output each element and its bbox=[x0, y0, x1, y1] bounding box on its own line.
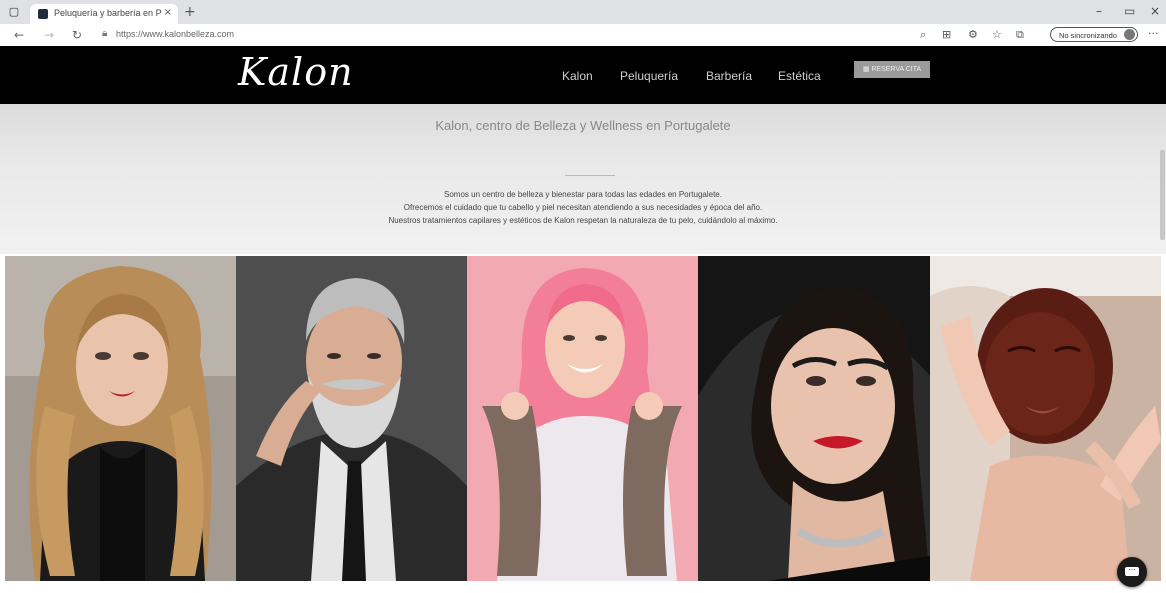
more-options-icon[interactable]: ··· bbox=[1148, 27, 1159, 40]
menu-item-peluqueria[interactable]: Peluquería bbox=[620, 69, 678, 83]
url-field[interactable]: 🔒︎ https://www.kalonbelleza.com bbox=[96, 27, 896, 43]
hero-line: Nuestros tratamientos capilares y estéti… bbox=[388, 216, 778, 225]
browser-tab[interactable]: Peluquería y barbería en Portug × bbox=[30, 4, 178, 24]
tab-close-icon[interactable]: × bbox=[164, 7, 172, 18]
hero-line: Somos un centro de belleza y bienestar p… bbox=[444, 190, 722, 199]
reserve-appointment-button[interactable]: ▦ RESERVA CITA bbox=[854, 61, 930, 78]
page-scrollbar[interactable] bbox=[1160, 150, 1165, 240]
address-bar: ← → ↻ 🔒︎ https://www.kalonbelleza.com ⌕ … bbox=[0, 24, 1166, 47]
extensions-icon[interactable]: ⚙ bbox=[968, 28, 978, 41]
forward-arrow-icon[interactable]: → bbox=[44, 27, 54, 43]
tab-title: Peluquería y barbería en Portug bbox=[54, 8, 162, 18]
hero-section: Kalon, centro de Belleza y Wellness en P… bbox=[0, 104, 1166, 254]
close-window-button[interactable]: × bbox=[1150, 4, 1160, 18]
restore-button[interactable]: ▭ bbox=[1124, 4, 1135, 18]
avatar bbox=[1124, 29, 1135, 40]
site-logo[interactable]: Kalon bbox=[238, 50, 354, 94]
profile-button[interactable]: No sincronizando bbox=[1050, 27, 1138, 42]
collections-icon[interactable]: ⧉ bbox=[1016, 28, 1024, 42]
gallery-photo-makeup-woman[interactable] bbox=[698, 256, 930, 581]
minimize-button[interactable]: – bbox=[1096, 4, 1102, 18]
favorite-star-icon[interactable]: ☆ bbox=[992, 28, 1002, 41]
immersive-reader-icon[interactable]: ⊞ bbox=[942, 28, 951, 41]
refresh-icon[interactable]: ↻ bbox=[72, 27, 82, 43]
divider bbox=[565, 175, 615, 176]
profile-label: No sincronizando bbox=[1059, 31, 1117, 40]
hero-title: Kalon, centro de Belleza y Wellness en P… bbox=[435, 118, 731, 133]
menu-item-barberia[interactable]: Barbería bbox=[706, 69, 752, 83]
chat-bubble-icon: ··· bbox=[1125, 567, 1139, 576]
gallery-photo-hair-woman[interactable] bbox=[5, 256, 236, 581]
window-icon[interactable]: ▢ bbox=[8, 6, 20, 18]
service-gallery bbox=[5, 256, 1161, 581]
gallery-photo-facial-treatment[interactable] bbox=[930, 256, 1161, 581]
site-header: Kalon Kalon Peluquería Barbería Estética… bbox=[0, 46, 1166, 104]
lock-icon: 🔒︎ bbox=[102, 28, 108, 39]
hero-description: Somos un centro de belleza y bienestar p… bbox=[0, 188, 1166, 227]
chat-button[interactable]: ··· bbox=[1117, 557, 1147, 587]
gallery-photo-barber-man[interactable] bbox=[236, 256, 467, 581]
hero-line: Ofrecemos el cuidado que tu cabello y pi… bbox=[403, 203, 763, 212]
favicon-icon bbox=[38, 9, 48, 19]
gallery-photo-color-woman[interactable] bbox=[467, 256, 698, 581]
url-text: https://www.kalonbelleza.com bbox=[116, 29, 235, 39]
menu-item-kalon[interactable]: Kalon bbox=[562, 69, 593, 83]
menu-item-estetica[interactable]: Estética bbox=[778, 69, 821, 83]
read-aloud-icon[interactable]: ⌕ bbox=[920, 28, 926, 42]
back-arrow-icon[interactable]: ← bbox=[14, 27, 24, 43]
new-tab-button[interactable]: + bbox=[184, 4, 196, 20]
browser-tab-bar: ▢ Peluquería y barbería en Portug × + – … bbox=[0, 0, 1166, 24]
